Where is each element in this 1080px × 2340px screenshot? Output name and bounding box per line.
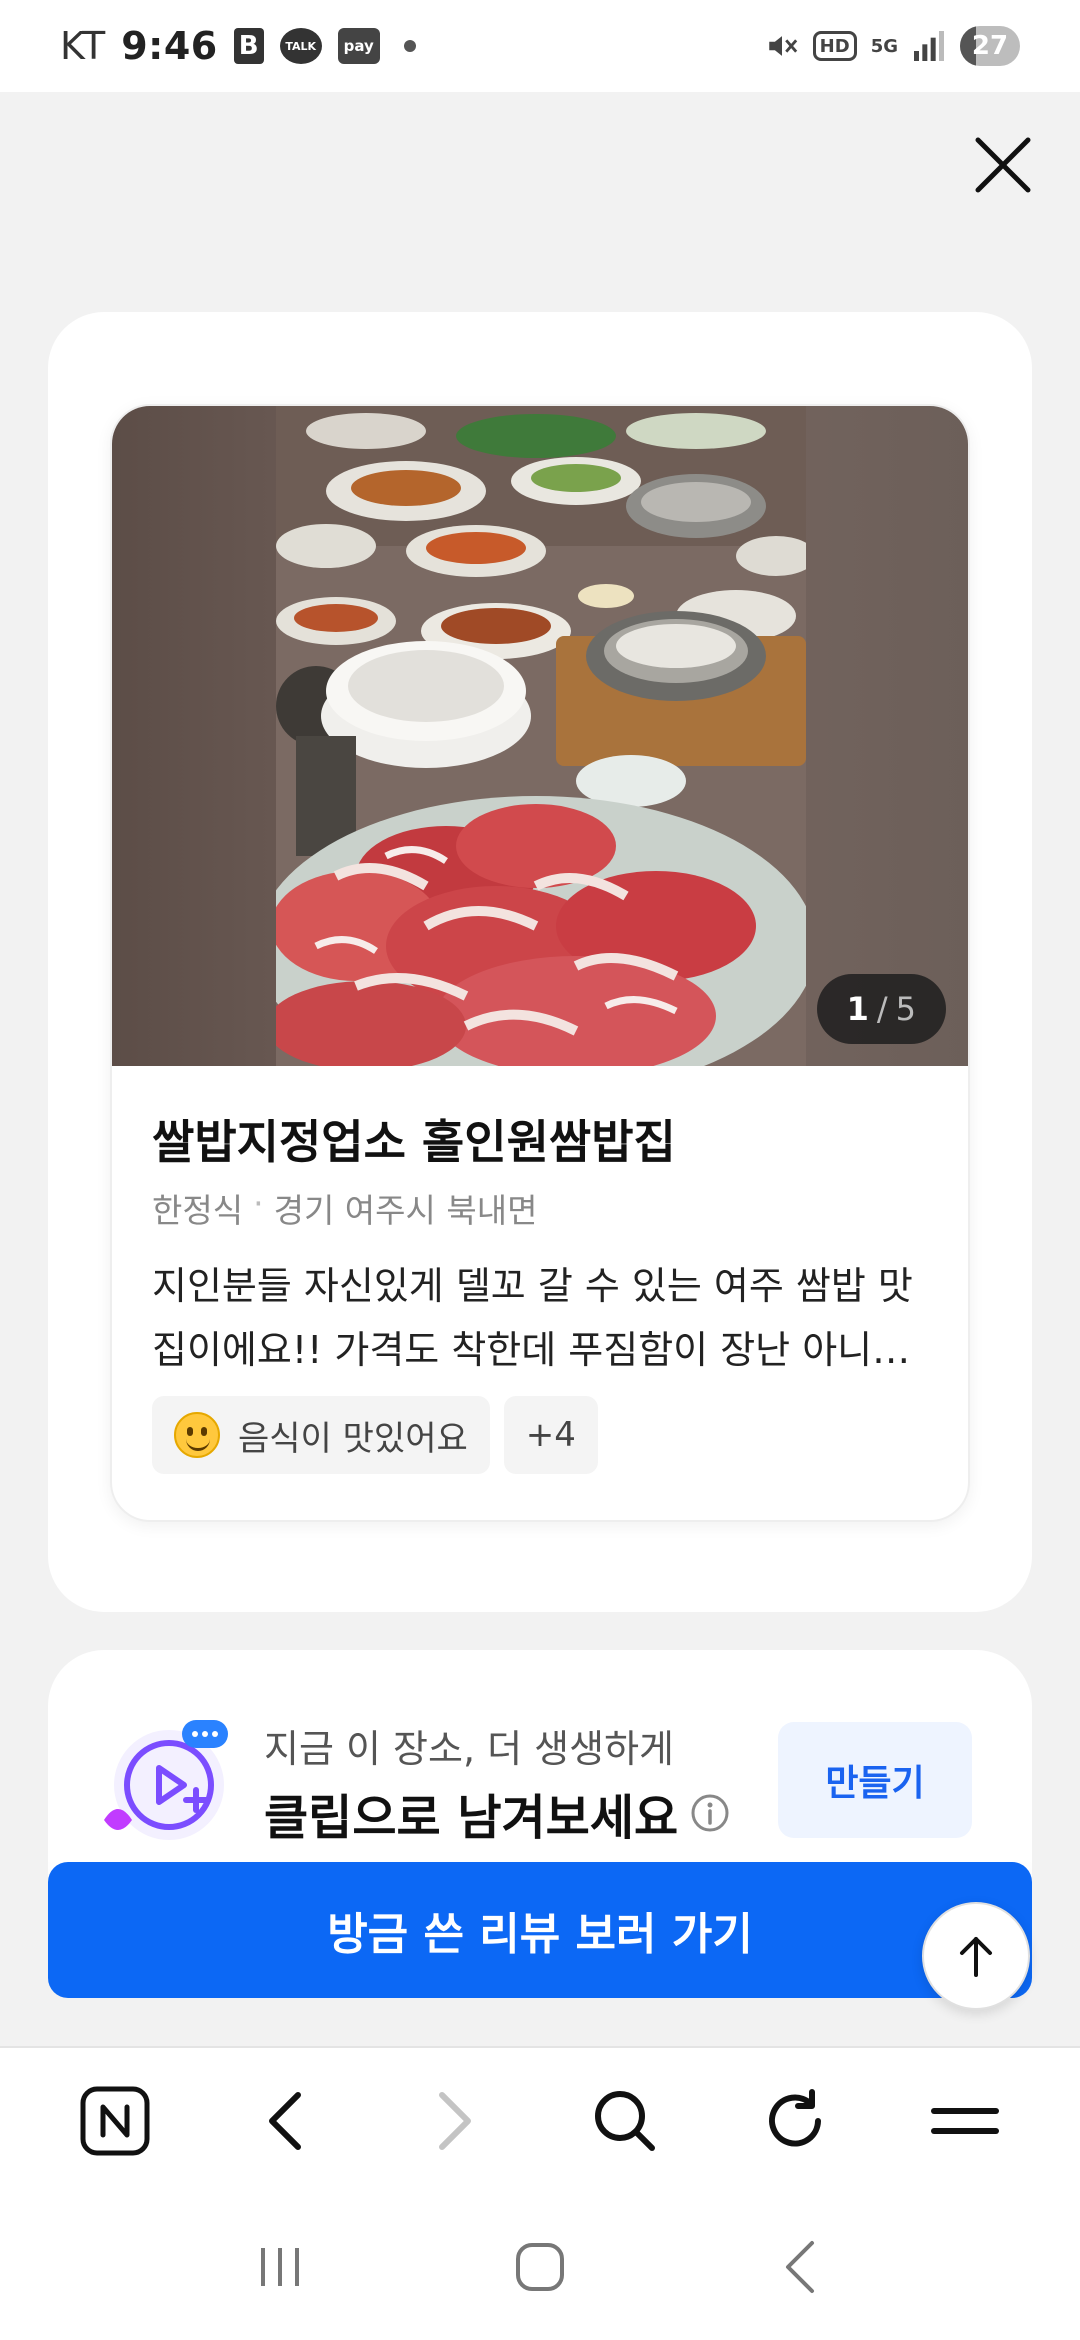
- smile-emoji-icon: [174, 1412, 220, 1458]
- recent-apps-icon: [261, 2248, 299, 2286]
- review-complete-card: 1 / 5 쌀밥지정업소 홀인원쌈밥집 한정식 · 경기 여주시 북내면 지인분…: [48, 312, 1032, 1612]
- battery-icon: 27: [960, 26, 1020, 66]
- review-preview-card[interactable]: 1 / 5 쌀밥지정업소 홀인원쌈밥집 한정식 · 경기 여주시 북내면 지인분…: [110, 404, 970, 1522]
- mute-icon: [768, 36, 797, 56]
- system-back-icon: [786, 2241, 814, 2293]
- naver-home-button[interactable]: [65, 2071, 165, 2171]
- close-button[interactable]: [968, 130, 1038, 200]
- forward-button[interactable]: [405, 2071, 505, 2171]
- hd-voice-icon: HD: [812, 31, 857, 61]
- clip-create-icon: [104, 1720, 228, 1840]
- kakaotalk-notification-icon: TALK: [279, 28, 322, 64]
- review-text: 지인분들 자신있게 델꼬 갈 수 있는 여주 쌈밥 맛집이에요!! 가격도 착한…: [152, 1264, 913, 1372]
- clock: 9:46: [121, 24, 218, 68]
- keyword-tags: 음식이 맛있어요 +4: [152, 1396, 598, 1474]
- review-photo[interactable]: [276, 406, 806, 1066]
- browser-toolbar: [0, 2046, 1080, 2194]
- battery-level: 27: [971, 31, 1009, 61]
- close-icon: [975, 137, 1031, 193]
- network-5g-icon: 5G: [870, 35, 898, 57]
- photo-counter-separator: /: [876, 990, 888, 1028]
- refresh-icon: [769, 2089, 821, 2147]
- back-button[interactable]: [235, 2071, 335, 2171]
- clip-subtitle: 지금 이 장소, 더 생생하게: [264, 1727, 674, 1771]
- arrow-up-icon: [960, 1937, 992, 1977]
- keyword-tag: 음식이 맛있어요: [152, 1396, 490, 1474]
- more-notifications-dot-icon: [403, 40, 416, 52]
- blog-notification-icon: B: [233, 28, 264, 64]
- signal-icon: [914, 31, 944, 61]
- home-icon: [516, 2243, 564, 2291]
- status-right: HD 5G 27: [765, 26, 1020, 66]
- search-icon: [595, 2091, 655, 2151]
- status-bar: KT 9:46 B TALK pay HD 5G 27: [0, 0, 1080, 92]
- status-left: KT 9:46 B TALK pay: [60, 24, 416, 68]
- place-category: 한정식: [152, 1191, 244, 1230]
- view-review-button[interactable]: 방금 쓴 리뷰 보러 가기: [48, 1862, 1032, 1998]
- system-back-button[interactable]: [750, 2217, 850, 2317]
- make-clip-button[interactable]: 만들기: [778, 1722, 972, 1838]
- carrier-label: KT: [60, 24, 106, 68]
- place-name: 쌀밥지정업소 홀인원쌈밥집: [152, 1115, 676, 1169]
- naver-home-icon: [80, 2086, 150, 2156]
- photo-counter: 1 / 5: [816, 974, 946, 1044]
- photo-carousel[interactable]: 1 / 5: [112, 406, 968, 1066]
- clip-title: 클립으로 남겨보세요: [264, 1790, 679, 1846]
- clip-title-row: 클립으로 남겨보세요: [264, 1778, 730, 1848]
- photo-counter-total: 5: [895, 990, 916, 1028]
- menu-icon: [931, 2108, 999, 2134]
- meta-separator: ·: [253, 1184, 264, 1223]
- app-root: KT 9:46 B TALK pay HD 5G 27 1 / 5 쌀밥지정업소…: [0, 0, 1080, 2340]
- search-button[interactable]: [575, 2071, 675, 2171]
- scroll-to-top-button[interactable]: [922, 1902, 1030, 2010]
- pay-notification-icon: pay: [337, 28, 380, 64]
- more-tags-label: +4: [525, 1415, 576, 1455]
- info-icon[interactable]: [690, 1793, 730, 1833]
- forward-arrow-icon: [439, 2092, 471, 2150]
- place-location: 경기 여주시 북내면: [273, 1191, 538, 1230]
- menu-button[interactable]: [915, 2071, 1015, 2171]
- back-arrow-icon: [269, 2092, 301, 2150]
- place-meta: 한정식 · 경기 여주시 북내면: [152, 1184, 537, 1232]
- clip-promo-card: 지금 이 장소, 더 생생하게 클립으로 남겨보세요 만들기: [48, 1650, 1032, 1890]
- home-button[interactable]: [490, 2217, 590, 2317]
- more-tags-badge: +4: [503, 1396, 598, 1474]
- system-navigation-bar: [0, 2194, 1080, 2340]
- recent-apps-button[interactable]: [230, 2217, 330, 2317]
- photo-counter-current: 1: [846, 990, 869, 1028]
- refresh-button[interactable]: [745, 2071, 845, 2171]
- keyword-tag-label: 음식이 맛있어요: [238, 1418, 468, 1459]
